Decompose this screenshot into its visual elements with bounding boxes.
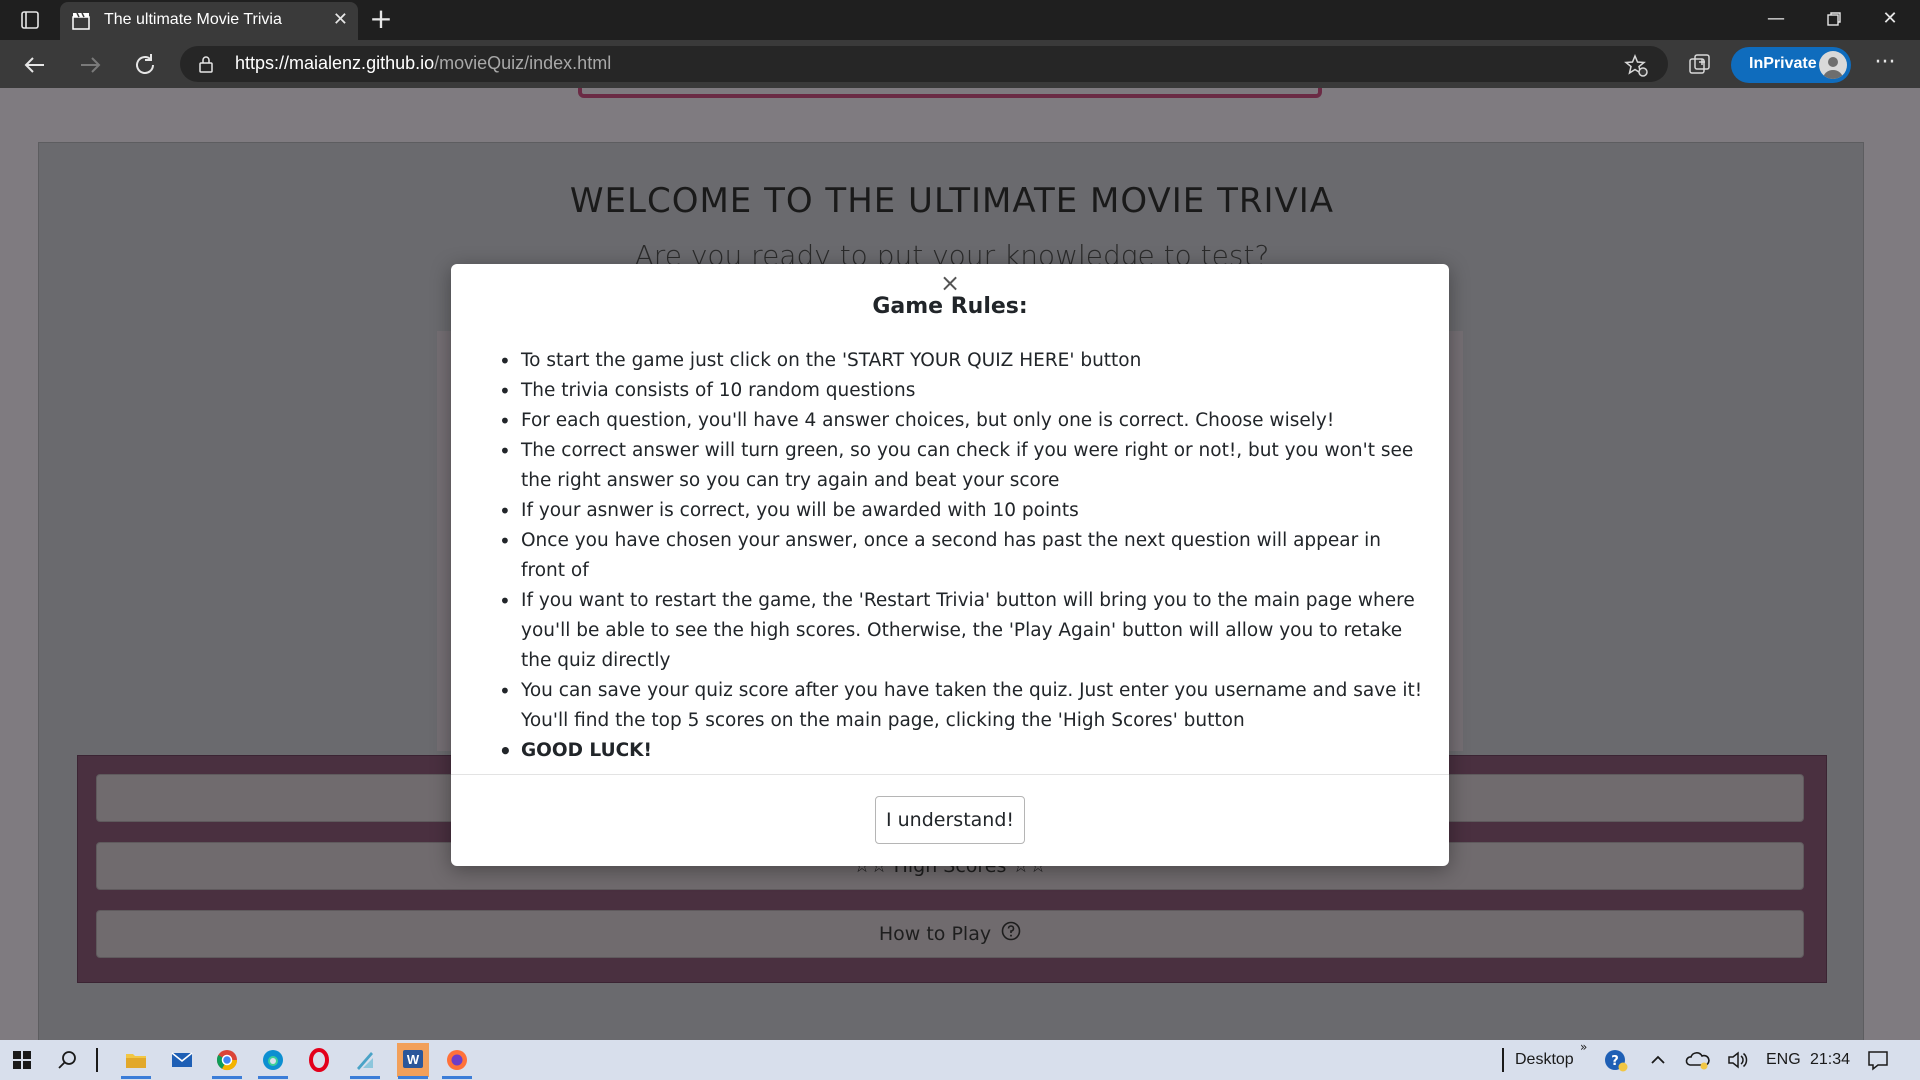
i-understand-button[interactable]: I understand! <box>875 796 1025 844</box>
rule-item: If your asnwer is correct, you will be a… <box>499 496 1429 526</box>
modal-close-icon[interactable]: × <box>937 270 963 296</box>
favorites-star-icon[interactable] <box>1624 53 1650 79</box>
rule-item: The trivia consists of 10 random questio… <box>499 376 1429 406</box>
collections-icon[interactable] <box>1686 51 1714 79</box>
windows-start-icon[interactable] <box>8 1046 36 1074</box>
word-icon[interactable]: W <box>397 1043 429 1077</box>
rule-item: Once you have chosen your answer, once a… <box>499 526 1429 586</box>
search-icon[interactable] <box>54 1046 82 1074</box>
rule-item: The correct answer will turn green, so y… <box>499 436 1429 496</box>
tab-actions-icon[interactable] <box>14 8 46 32</box>
firefox-active-indicator <box>442 1076 472 1079</box>
rule-item: To start the game just click on the 'STA… <box>499 346 1429 376</box>
notifications-icon[interactable] <box>1864 1046 1892 1074</box>
app-active-indicator <box>350 1076 380 1079</box>
volume-icon[interactable] <box>1724 1046 1752 1074</box>
onedrive-icon[interactable] <box>1684 1046 1712 1074</box>
url-field[interactable]: https://maialenz.github.io/movieQuiz/ind… <box>180 46 1668 82</box>
forward-arrow-icon[interactable] <box>75 50 105 80</box>
rule-item: If you want to restart the game, the 'Re… <box>499 586 1429 676</box>
page-title: WELCOME TO THE ULTIMATE MOVIE TRIVIA <box>569 181 1335 221</box>
word-active-indicator <box>398 1076 428 1079</box>
refresh-icon[interactable] <box>130 50 160 80</box>
taskbar-divider <box>96 1048 98 1072</box>
minimize-icon[interactable]: — <box>1752 4 1800 34</box>
app-icon[interactable] <box>351 1046 379 1074</box>
windows-taskbar: W Desktop » ? ENG 21:34 <box>0 1040 1920 1080</box>
clock[interactable]: 21:34 <box>1810 1051 1850 1069</box>
modal-footer: I understand! <box>451 774 1449 866</box>
chrome-icon[interactable] <box>213 1046 241 1074</box>
edge-icon[interactable] <box>259 1046 287 1074</box>
file-explorer-active-indicator <box>121 1076 151 1079</box>
new-tab-button[interactable]: + <box>368 5 394 33</box>
back-arrow-icon[interactable] <box>20 50 50 80</box>
desktop-toolbar-label[interactable]: Desktop <box>1515 1051 1574 1069</box>
restore-icon[interactable] <box>1810 4 1858 34</box>
rule-item: GOOD LUCK! <box>499 736 1429 766</box>
close-window-icon[interactable]: ✕ <box>1866 4 1914 34</box>
rules-modal: × Game Rules: To start the game just cli… <box>451 264 1449 866</box>
inprivate-label: InPrivate <box>1749 55 1817 72</box>
browser-tab-bar: The ultimate Movie Trivia ✕ + — ✕ <box>0 0 1920 40</box>
taskbar-divider <box>1502 1048 1504 1072</box>
top-frame <box>578 88 1322 98</box>
browser-tab-active[interactable]: The ultimate Movie Trivia ✕ <box>60 2 358 40</box>
lock-icon[interactable] <box>198 55 214 73</box>
file-explorer-icon[interactable] <box>122 1046 150 1074</box>
chevron-right-icon[interactable]: » <box>1580 1040 1587 1054</box>
chevron-up-icon[interactable] <box>1644 1046 1672 1074</box>
more-options-icon[interactable]: ··· <box>1870 52 1900 78</box>
svg-text:?: ? <box>1611 1054 1619 1069</box>
edge-active-indicator <box>258 1076 288 1079</box>
question-circle-icon <box>1001 912 1021 958</box>
close-tab-icon[interactable]: ✕ <box>333 11 348 29</box>
mail-icon[interactable] <box>168 1046 196 1074</box>
opera-icon[interactable] <box>305 1046 333 1074</box>
rules-list: To start the game just click on the 'STA… <box>499 346 1429 766</box>
rule-item: For each question, you'll have 4 answer … <box>499 406 1429 436</box>
clapperboard-icon <box>72 12 90 30</box>
firefox-icon[interactable] <box>443 1046 471 1074</box>
rule-item: You can save your quiz score after you h… <box>499 676 1429 736</box>
how-to-play-label: How to Play <box>878 923 992 945</box>
svg-text:W: W <box>407 1052 420 1067</box>
modal-title: Game Rules: <box>872 294 1028 319</box>
tab-title: The ultimate Movie Trivia <box>104 11 282 28</box>
how-to-play-button[interactable]: How to Play <box>96 910 1804 958</box>
avatar <box>1819 51 1847 79</box>
url-text: https://maialenz.github.io/movieQuiz/ind… <box>235 53 612 73</box>
chrome-active-indicator <box>212 1076 242 1079</box>
language-indicator[interactable]: ENG <box>1766 1051 1801 1069</box>
help-icon[interactable]: ? <box>1602 1046 1630 1074</box>
inprivate-button[interactable]: InPrivate <box>1731 47 1851 83</box>
